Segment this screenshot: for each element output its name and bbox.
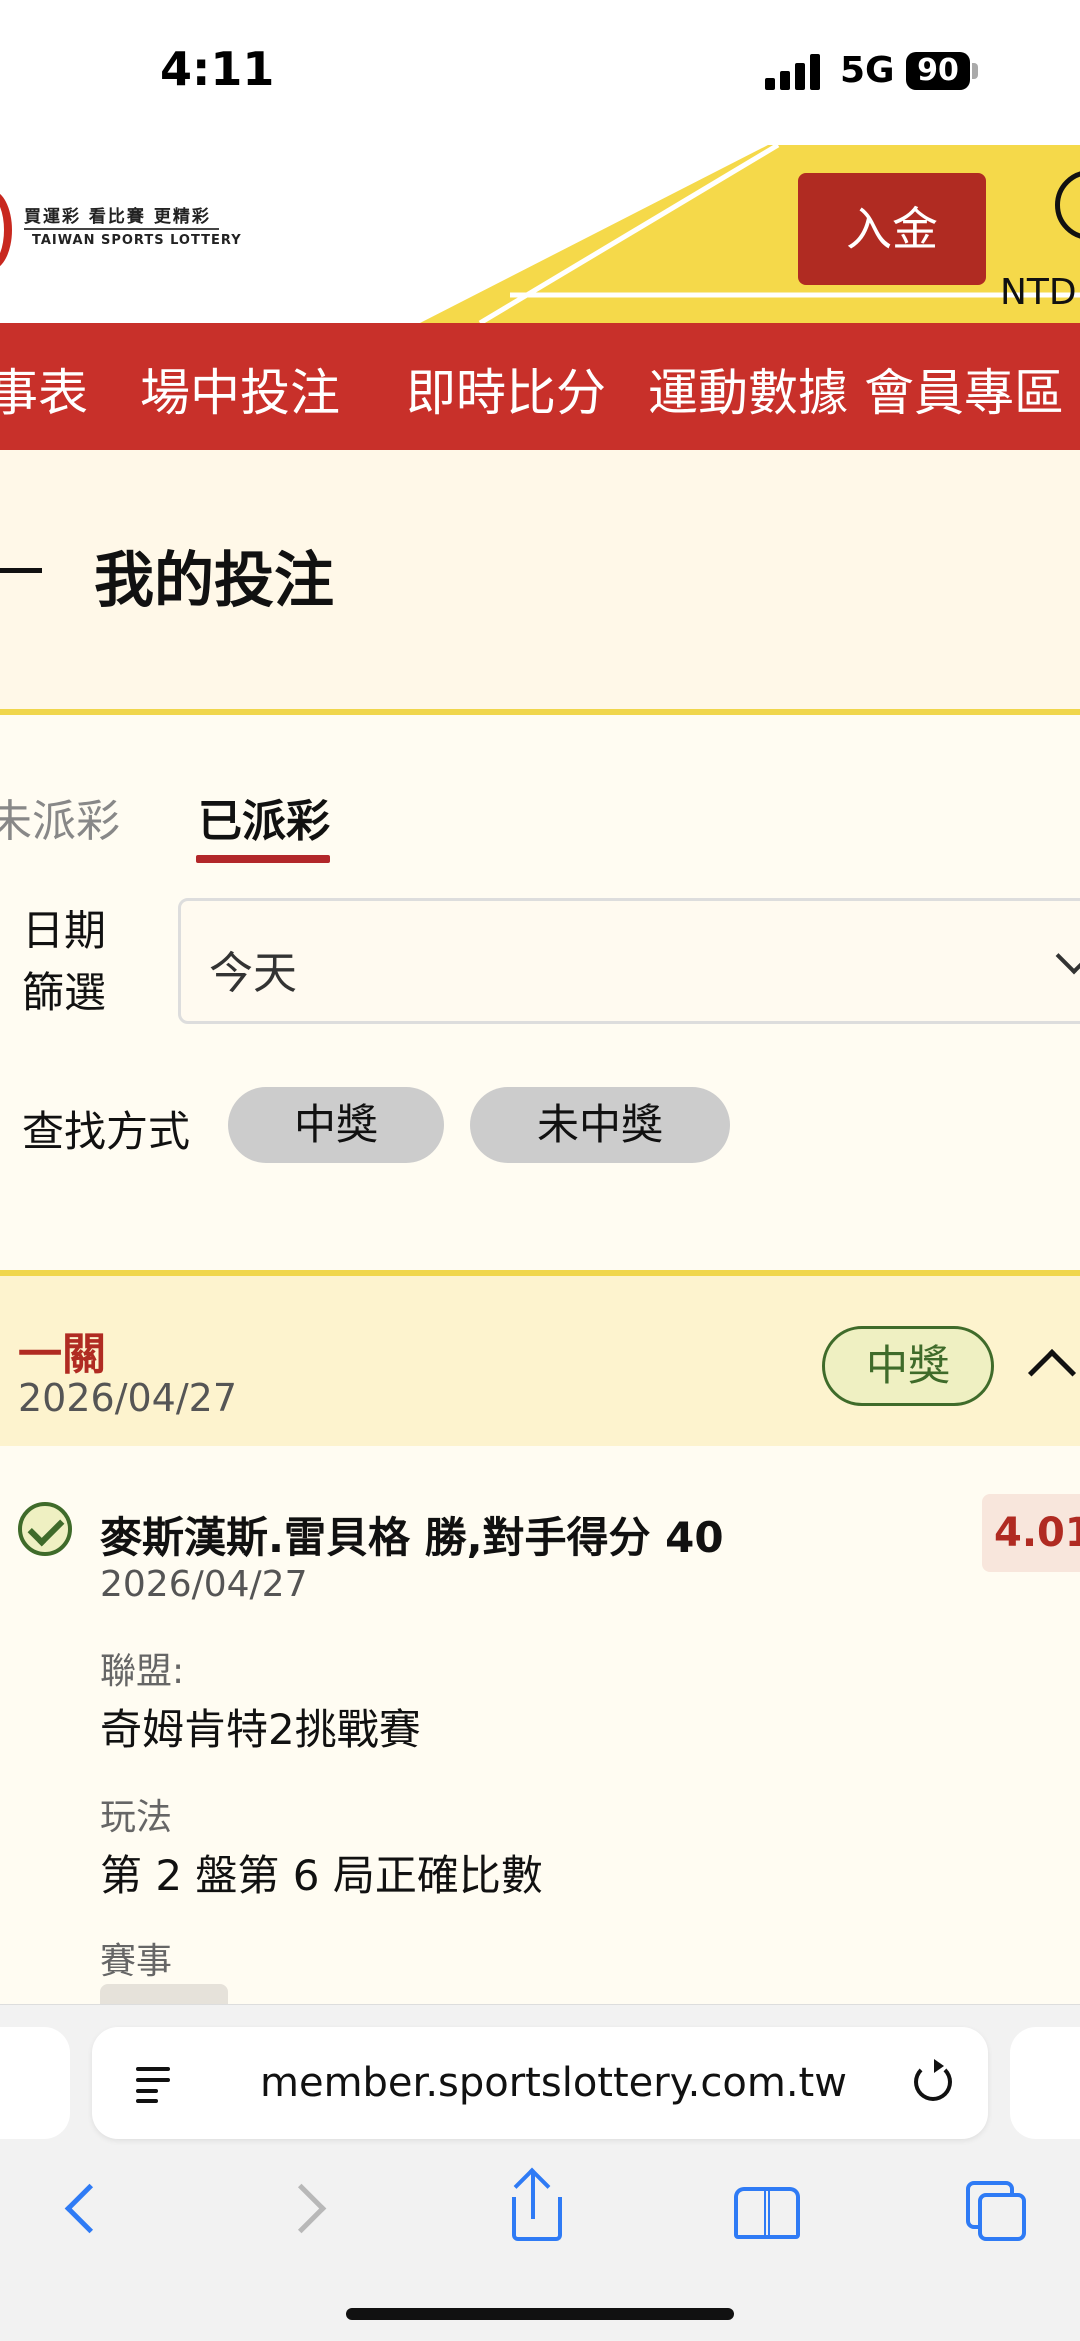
logo-divider xyxy=(24,228,219,230)
network-label: 5G xyxy=(840,50,895,91)
bet-date: 2026/04/27 xyxy=(18,1376,238,1420)
status-bar: 4:11 5G 90 xyxy=(0,0,1080,145)
nav-item-live-betting[interactable]: 場中投注 xyxy=(140,353,340,425)
date-filter-value: 今天 xyxy=(209,948,297,999)
bookmarks-icon[interactable] xyxy=(730,2173,800,2243)
bet-odds: 4.01 xyxy=(982,1494,1080,1572)
nav-item-schedule[interactable]: 事表 xyxy=(0,353,88,425)
logo-english-name: TAIWAN SPORTS LOTTERY xyxy=(32,233,242,248)
nav-item-sports-data[interactable]: 運動數據 xyxy=(648,353,848,425)
status-time: 4:11 xyxy=(160,42,275,96)
market-value: 第 2 盤第 6 局正確比數 xyxy=(100,1851,543,1900)
battery-tip xyxy=(972,63,978,79)
back-arrow-icon[interactable] xyxy=(0,568,42,573)
chevron-down-icon xyxy=(1055,937,1080,975)
address-bar[interactable]: member.sportslottery.com.tw xyxy=(92,2027,988,2139)
main-nav: 事表 場中投注 即時比分 運動數據 會員專區 xyxy=(0,323,1080,450)
event-thumbnail xyxy=(100,1984,228,2006)
league-value: 奇姆肯特2挑戰賽 xyxy=(100,1705,421,1754)
date-filter-select[interactable]: 今天 xyxy=(178,898,1080,1024)
back-icon[interactable] xyxy=(50,2173,120,2243)
next-tab-preview[interactable] xyxy=(1010,2027,1080,2139)
status-badge: 中獎 xyxy=(822,1326,994,1406)
deposit-button[interactable]: 入金 xyxy=(798,173,986,285)
site-header: 買運彩 看比賽 更精彩 TAIWAN SPORTS LOTTERY 入金 NTD xyxy=(0,145,1080,323)
active-tab-indicator xyxy=(196,855,330,863)
browser-toolbar: member.sportslottery.com.tw xyxy=(0,2004,1080,2341)
signal-icon xyxy=(765,54,825,90)
league-label: 聯盟: xyxy=(100,1651,185,1692)
nav-item-live-scores[interactable]: 即時比分 xyxy=(406,353,606,425)
previous-tab-preview[interactable] xyxy=(0,2027,70,2139)
tab-unpaid[interactable]: 未派彩 xyxy=(0,785,120,849)
battery-icon: 90 xyxy=(906,52,970,90)
selection-date: 2026/04/27 xyxy=(100,1564,308,1605)
bet-type: 一關 xyxy=(18,1329,106,1380)
date-filter-label-line2: 篩選 xyxy=(22,968,107,1017)
reload-icon[interactable] xyxy=(914,2059,952,2101)
check-circle-icon xyxy=(18,1502,72,1556)
filter-lost-button[interactable]: 未中獎 xyxy=(470,1087,730,1163)
date-filter-label-line1: 日期 xyxy=(22,906,107,955)
tabs-icon[interactable] xyxy=(960,2173,1030,2243)
url-text[interactable]: member.sportslottery.com.tw xyxy=(260,2060,847,2106)
page-title-bar: 我的投注 xyxy=(0,450,1080,715)
nav-item-member-area[interactable]: 會員專區 xyxy=(864,353,1064,425)
home-indicator[interactable] xyxy=(346,2308,734,2320)
market-label: 玩法 xyxy=(100,1797,173,1838)
event-label: 賽事 xyxy=(100,1941,173,1982)
screen: 4:11 5G 90 買運彩 看比賽 更精彩 TAIWAN SPORTS LOT… xyxy=(0,0,1080,2341)
logo-tagline: 買運彩 看比賽 更精彩 xyxy=(24,207,211,227)
page-menu-icon[interactable] xyxy=(136,2065,172,2103)
filter-won-button[interactable]: 中獎 xyxy=(228,1087,444,1163)
date-filter-label: 日期 篩選 xyxy=(22,900,122,1024)
bet-selection: 麥斯漢斯.雷貝格 勝,對手得分 40 xyxy=(100,1513,724,1562)
forward-icon[interactable] xyxy=(272,2173,342,2243)
chevron-up-icon[interactable] xyxy=(1027,1348,1077,1398)
currency-label: NTD xyxy=(1000,272,1077,313)
tab-paid[interactable]: 已派彩 xyxy=(198,785,330,849)
page-title: 我的投注 xyxy=(94,546,334,616)
bet-card-body: 麥斯漢斯.雷貝格 勝,對手得分 40 4.01 2026/04/27 聯盟: 奇… xyxy=(0,1446,1080,2006)
search-method-label: 查找方式 xyxy=(22,1107,191,1156)
bet-card-header[interactable]: 一關 2026/04/27 中獎 xyxy=(0,1270,1080,1446)
